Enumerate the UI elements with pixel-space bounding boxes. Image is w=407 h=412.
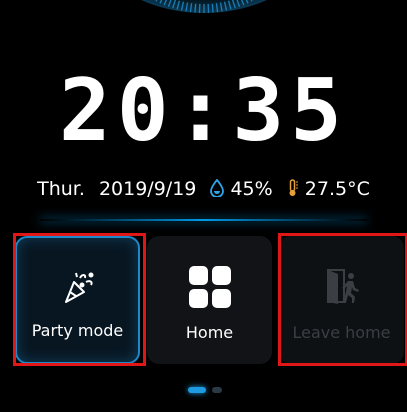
leave-home-label: Leave home: [292, 323, 391, 342]
humidity-value: 45%: [230, 178, 273, 200]
dial-tick: [245, 0, 249, 4]
dial-tick: [227, 0, 232, 10]
dial-tick: [189, 3, 193, 13]
dial-tick: [163, 0, 168, 6]
dial-tick: [236, 0, 241, 7]
thermometer-icon: [287, 179, 299, 202]
dial-tick: [232, 0, 236, 9]
party-mode-button[interactable]: Party mode: [15, 236, 140, 364]
humidity-group: 45%: [210, 178, 278, 200]
home-label: Home: [185, 323, 234, 342]
day-label: Thur.: [37, 178, 85, 200]
page-dot-active[interactable]: [188, 387, 206, 393]
dial-tick: [219, 2, 223, 12]
dial-tick: [172, 0, 176, 9]
home-button[interactable]: Home: [147, 236, 272, 364]
dial-tick: [155, 0, 158, 2]
party-mode-label: Party mode: [31, 321, 124, 340]
party-popper-icon: [58, 268, 98, 312]
dial-tick: [223, 1, 228, 11]
dial-tick: [159, 0, 163, 4]
dial-tick: [215, 3, 219, 13]
dial-tick: [167, 0, 172, 7]
temperature-group: 27.5°C: [287, 178, 370, 200]
leave-home-button[interactable]: Leave home: [279, 236, 404, 364]
water-drop-icon: [210, 178, 225, 202]
dial-tick: [180, 1, 185, 11]
leave-home-icon: [322, 266, 362, 310]
dial-tick: [240, 0, 245, 6]
status-bar: Thur. 2019/9/19 45% 27.5°C: [0, 178, 407, 202]
dial-tick: [176, 0, 181, 10]
dial-tick: [194, 3, 197, 13]
dial-decoration: [73, 0, 335, 14]
date-label: 2019/9/19: [98, 178, 197, 200]
temperature-value: 27.5°C: [304, 178, 370, 200]
dial-tick: [250, 0, 253, 2]
dial-tick: [185, 2, 189, 12]
dial-tick: [211, 3, 214, 13]
divider-glow: [40, 219, 367, 221]
page-dot[interactable]: [212, 387, 222, 393]
grid-icon: [188, 266, 231, 312]
clock-time: 20:35: [59, 61, 348, 161]
